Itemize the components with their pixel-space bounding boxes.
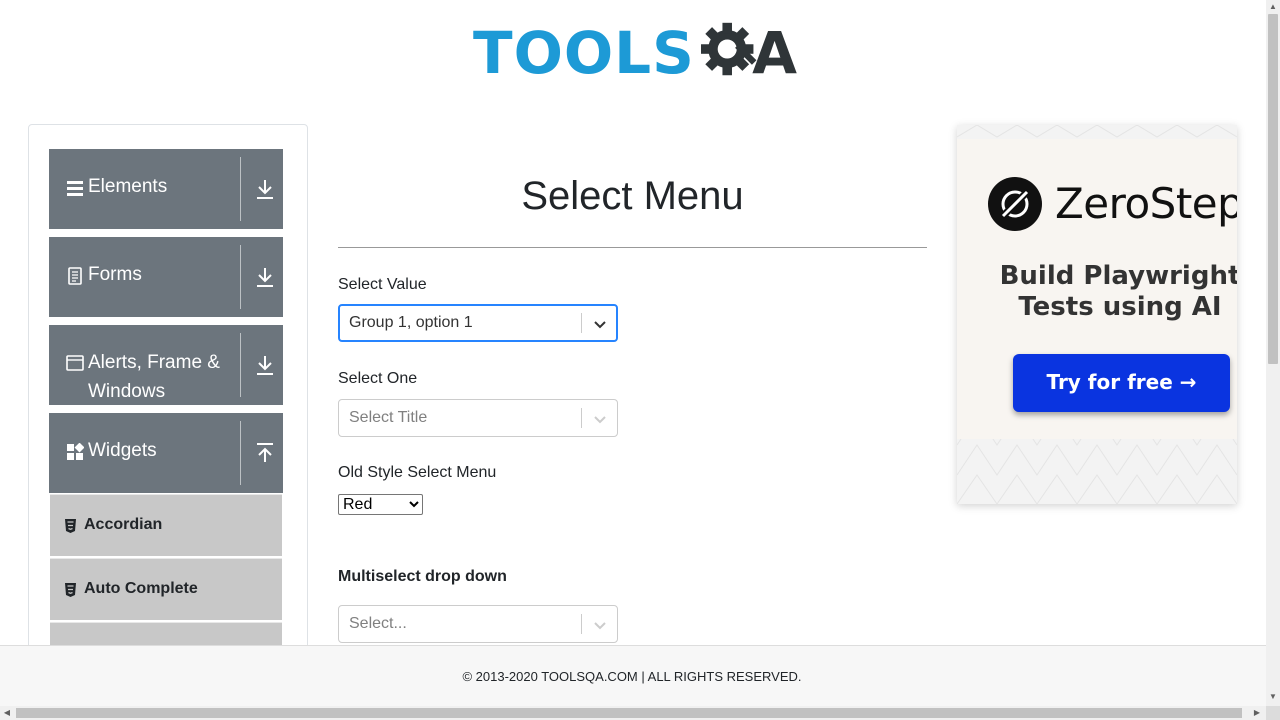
chevron-down-icon[interactable] [591,315,609,333]
download-icon[interactable] [254,177,276,201]
divider [240,245,241,309]
chevron-down-icon[interactable] [591,616,609,634]
horizontal-scrollbar[interactable]: ◀ ▶ [0,706,1266,720]
select-one-placeholder: Select Title [349,409,428,426]
sidebar-group-forms[interactable]: Forms [49,237,283,317]
try-for-free-button[interactable]: Try for free → [1013,354,1230,412]
download-icon[interactable] [254,353,276,377]
ad-brand-name: ZeroStep [1055,179,1237,228]
gear-magnifier-icon [700,22,757,76]
select-value-label: Select Value [338,276,427,293]
multiselect-dropdown[interactable]: Select... [338,605,618,643]
scroll-down-arrow-icon[interactable]: ▼ [1266,690,1280,704]
zerostep-logo-icon [988,177,1042,231]
hamburger-icon [67,181,83,196]
title-divider [338,247,927,248]
multiselect-placeholder: Select... [349,615,407,632]
scrollbar-corner [1266,706,1280,720]
ad-headline-line1: Build Playwright [999,261,1237,291]
sidebar-item-label: Auto Complete [84,580,198,597]
sidebar-group-label: Widgets [88,440,157,461]
scroll-up-arrow-icon[interactable]: ▲ [1266,0,1280,14]
sidebar-item-auto-complete[interactable]: Auto Complete [50,558,282,620]
ad-card: ZeroStep Build Playwright Tests using AI… [957,139,1237,439]
select-value-current: Group 1, option 1 [349,314,473,331]
divider [240,421,241,485]
multiselect-label: Multiselect drop down [338,568,507,585]
horizontal-scrollbar-thumb[interactable] [16,708,1242,718]
logo-text-tools: TOOLS [473,19,695,87]
dropdown-separator [581,313,582,333]
download-icon[interactable] [254,265,276,289]
sidebar-group-label: Elements [88,176,168,197]
select-one-dropdown[interactable]: Select Title [338,399,618,437]
copyright-text: © 2013-2020 TOOLSQA.COM | ALL RIGHTS RES… [462,669,802,684]
advertisement-banner[interactable]: ZeroStep Build Playwright Tests using AI… [957,125,1237,504]
sidebar-group-label: Alerts, Frame & [88,352,220,373]
vertical-scrollbar[interactable]: ▲ ▼ [1266,0,1280,706]
upload-icon[interactable] [254,441,276,465]
sidebar-group-alerts-frame-windows[interactable]: Alerts, Frame & Windows [49,325,283,405]
sidebar-item-label: Accordian [84,516,163,533]
sidebar-group-label-line2: Windows [88,381,166,402]
sidebar-group-widgets[interactable]: Widgets [49,413,283,493]
dropdown-separator [581,614,582,634]
dropdown-separator [581,408,582,428]
sidebar-group-label: Forms [88,264,142,285]
ad-headline: Build Playwright Tests using AI [995,261,1237,323]
logo-text-a: A [752,19,797,87]
toolsqa-logo[interactable]: TOOLS A [473,14,797,92]
scroll-right-arrow-icon[interactable]: ▶ [1250,706,1264,720]
sidebar-group-elements[interactable]: Elements [49,149,283,229]
widgets-icon [67,443,84,460]
window-icon [66,355,84,371]
sidebar-item-accordian[interactable]: Accordian [50,494,282,556]
page-title: Select Menu [521,174,744,218]
ad-headline-line2: Tests using AI [1018,292,1222,322]
footer: © 2013-2020 TOOLSQA.COM | ALL RIGHTS RES… [0,645,1266,707]
html5-icon [65,583,76,597]
scroll-left-arrow-icon[interactable]: ◀ [0,706,14,720]
divider [240,157,241,221]
old-style-select-label: Old Style Select Menu [338,464,497,481]
select-one-label: Select One [338,370,418,387]
vertical-scrollbar-thumb[interactable] [1268,14,1278,364]
select-value-dropdown[interactable]: Group 1, option 1 [338,304,618,342]
page: TOOLS A Elements Forms Alerts, Frame & W… [0,0,1280,720]
html5-icon [65,519,76,533]
document-icon [68,267,82,285]
old-style-select[interactable]: Red [338,494,423,515]
chevron-down-icon[interactable] [591,410,609,428]
divider [240,333,241,397]
